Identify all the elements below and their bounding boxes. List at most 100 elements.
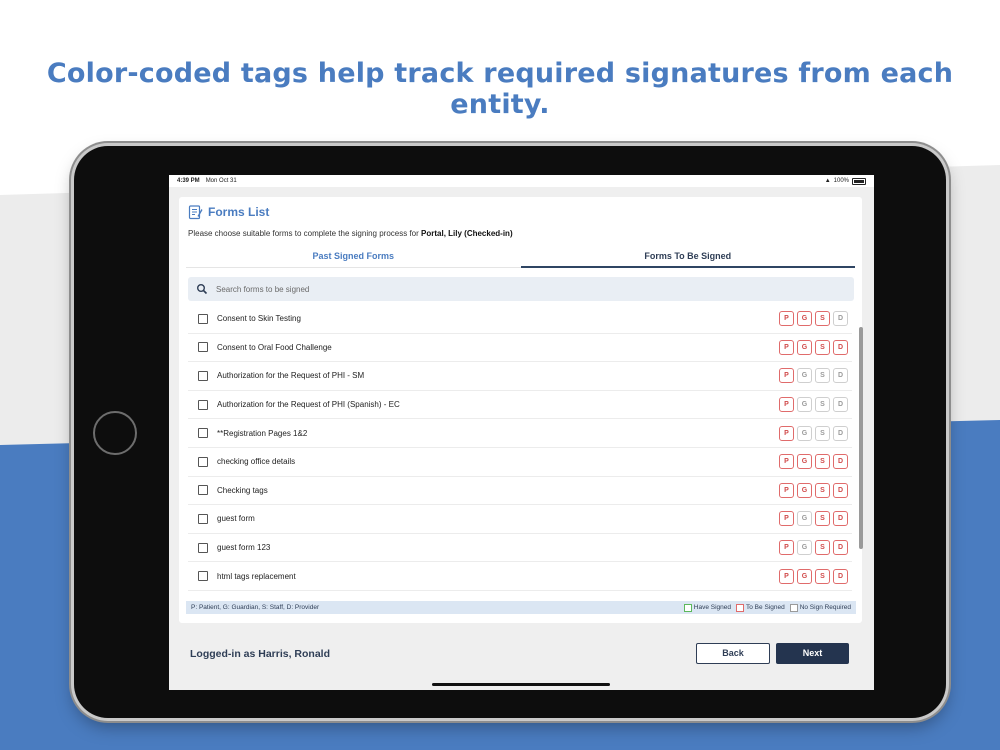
form-row[interactable]: Authorization for the Request of PHI (Sp… — [188, 391, 852, 420]
subtitle-text: Please choose suitable forms to complete… — [188, 229, 419, 238]
signature-tag-d: D — [833, 339, 848, 355]
signature-tags: PGSD — [779, 368, 848, 384]
headline: Color-coded tags help track required sig… — [46, 58, 954, 120]
form-checkbox[interactable] — [198, 513, 208, 524]
form-checkbox[interactable] — [198, 428, 208, 439]
signature-tag-p: P — [779, 339, 794, 355]
form-row[interactable]: guest form 123 P G S D — [188, 534, 852, 563]
signature-tags: PGSD — [779, 425, 848, 441]
battery-percent: 100% — [833, 178, 849, 184]
page-title: Forms List — [208, 205, 270, 219]
forms-card: Forms List Please choose suitable forms … — [179, 197, 863, 623]
tablet-screen: 4:39 PM Mon Oct 31 ▲ 100% Forms List Ple… — [169, 175, 874, 690]
signature-tag-s: S — [815, 511, 830, 527]
form-row[interactable]: guest form P G S D — [188, 505, 852, 534]
form-checkbox[interactable] — [198, 313, 208, 324]
signature-tag-g: G — [797, 425, 812, 441]
legend-no-sign: No Sign Required — [789, 603, 851, 612]
signature-tag-p: P — [779, 425, 794, 441]
form-name: html tags replacement — [217, 571, 296, 581]
signature-tag-s: S — [815, 454, 830, 470]
signature-tag-d: D — [833, 454, 848, 470]
signature-tag-s: S — [815, 425, 830, 441]
form-name: Authorization for the Request of PHI - S… — [217, 371, 365, 381]
signature-tag-s: S — [815, 368, 830, 384]
signature-tag-s: S — [815, 568, 830, 584]
legend-bar: P: Patient, G: Guardian, S: Staff, D: Pr… — [186, 601, 856, 614]
form-name: checking office details — [217, 457, 296, 467]
home-button[interactable] — [93, 411, 137, 455]
signature-tag-g: G — [797, 454, 812, 470]
signature-tag-s: S — [815, 311, 830, 327]
form-checkbox[interactable] — [198, 370, 208, 381]
form-checkbox[interactable] — [198, 485, 208, 496]
signature-tags: PGSD — [779, 511, 848, 527]
legend-have-signed: Have Signed — [683, 603, 732, 612]
signature-tag-p: P — [779, 540, 794, 556]
status-bar: 4:39 PM Mon Oct 31 ▲ 100% — [169, 175, 874, 187]
signature-tag-s: S — [815, 482, 830, 498]
signature-tag-s: S — [815, 540, 830, 556]
signature-tags: PGSD — [779, 397, 848, 413]
tab-forms-to-be-signed[interactable]: Forms To Be Signed — [520, 246, 855, 268]
tab-bar: Past Signed Forms Forms To Be Signed — [186, 246, 855, 268]
legend-to-be-signed-label: To Be Signed — [746, 604, 785, 611]
form-checkbox[interactable] — [198, 542, 208, 553]
back-button[interactable]: Back — [696, 643, 770, 664]
signature-tag-d: D — [833, 511, 848, 527]
signature-tag-g: G — [797, 568, 812, 584]
form-row[interactable]: **Registration Pages 1&2 P G S D — [188, 419, 852, 448]
legend-have-signed-label: Have Signed — [693, 604, 732, 611]
signature-tag-s: S — [815, 397, 830, 413]
signature-tag-g: G — [797, 397, 812, 413]
form-row[interactable]: Consent to Skin Testing P G S D — [188, 305, 852, 334]
form-row[interactable]: checking office details P G S D — [188, 448, 852, 477]
form-row[interactable]: Consent to Oral Food Challenge P G S D — [188, 334, 852, 363]
signature-tags: PGSD — [779, 454, 848, 470]
signature-tag-p: P — [779, 511, 794, 527]
battery-icon — [852, 177, 866, 185]
forms-list: Consent to Skin Testing P G S D Consent to Or… — [188, 305, 852, 595]
footer-bar: Logged-in as Harris, Ronald Back Next — [169, 630, 874, 682]
signature-tag-g: G — [797, 311, 812, 327]
signature-tag-d: D — [833, 311, 848, 327]
search-input[interactable] — [214, 283, 818, 295]
form-checkbox[interactable] — [198, 342, 208, 353]
signature-tag-d: D — [833, 368, 848, 384]
signature-tag-d: D — [833, 540, 848, 556]
list-scrollbar[interactable] — [859, 327, 863, 549]
signature-tag-d: D — [833, 425, 848, 441]
form-row[interactable]: html tags replacement P G S D — [188, 562, 852, 591]
signature-tag-s: S — [815, 339, 830, 355]
signature-tag-p: P — [779, 397, 794, 413]
form-name: Checking tags — [217, 485, 268, 495]
signature-tag-g: G — [797, 339, 812, 355]
signature-tags: PGSD — [779, 568, 848, 584]
form-document-icon — [188, 205, 203, 220]
form-row[interactable]: Checking tags P G S D — [188, 477, 852, 506]
signature-tags: PGSD — [779, 540, 848, 556]
form-checkbox[interactable] — [198, 456, 208, 467]
form-name: Authorization for the Request of PHI (Sp… — [217, 400, 400, 410]
signature-tag-g: G — [797, 368, 812, 384]
form-row[interactable]: Authorization for the Request of PHI - S… — [188, 362, 852, 391]
signature-tag-d: D — [833, 482, 848, 498]
home-indicator — [432, 683, 610, 686]
status-time: 4:39 PM — [177, 178, 200, 184]
form-name: **Registration Pages 1&2 — [217, 428, 308, 438]
signature-tag-g: G — [797, 482, 812, 498]
signature-tag-p: P — [779, 311, 794, 327]
form-checkbox[interactable] — [198, 399, 208, 410]
signature-tags: PGSD — [779, 339, 848, 355]
page-subtitle: Please choose suitable forms to complete… — [188, 229, 513, 238]
form-checkbox[interactable] — [198, 571, 208, 582]
next-button[interactable]: Next — [776, 643, 849, 664]
search-icon — [197, 284, 208, 295]
logged-in-text: Logged-in as Harris, Ronald — [190, 648, 331, 660]
tab-past-signed-forms[interactable]: Past Signed Forms — [186, 246, 521, 268]
signature-tag-g: G — [797, 540, 812, 556]
signature-tag-d: D — [833, 568, 848, 584]
legend-no-sign-label: No Sign Required — [799, 604, 851, 611]
patient-name: Portal, Lily (Checked-in) — [421, 229, 513, 238]
form-name: Consent to Skin Testing — [217, 314, 301, 324]
